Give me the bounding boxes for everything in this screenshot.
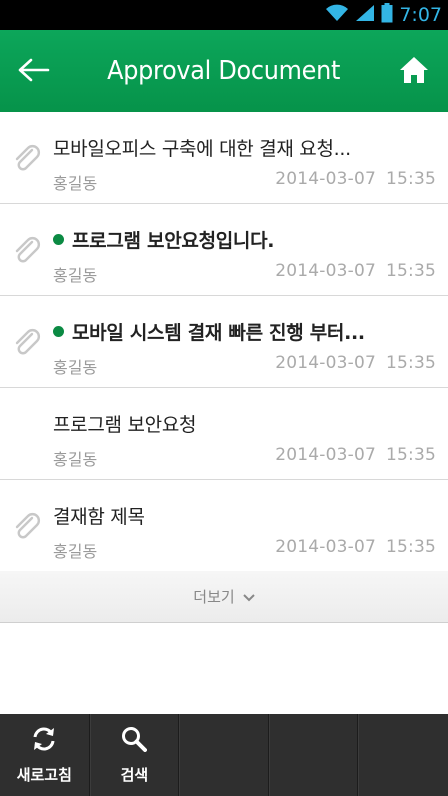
- refresh-button[interactable]: 새로고침: [0, 714, 90, 796]
- search-label: 검색: [120, 765, 149, 784]
- document-subject: 모바일 시스템 결재 빠른 진행 부터...: [53, 318, 438, 345]
- document-author: 홍길동: [53, 450, 98, 469]
- document-date: 2014-03-07: [275, 445, 376, 465]
- document-subject: 프로그램 보안요청입니다.: [53, 226, 438, 253]
- status-time: 7:07: [399, 4, 442, 26]
- document-subject: 결재함 제목: [53, 506, 145, 528]
- document-author: 홍길동: [53, 542, 98, 561]
- document-author: 홍길동: [53, 266, 98, 285]
- toolbar-slot-empty: [179, 714, 269, 796]
- document-subject-text: 프로그램 보안요청입니다.: [72, 230, 275, 252]
- document-subject: 모바일오피스 구축에 대한 결재 요청...: [53, 138, 351, 160]
- list-item[interactable]: 결재함 제목 홍길동 2014-03-07 15:35: [0, 480, 448, 572]
- document-subject: 프로그램 보안요청: [53, 414, 197, 436]
- document-datetime: 2014-03-07 15:35: [275, 445, 436, 465]
- paperclip-icon: [12, 512, 42, 542]
- battery-icon: [381, 3, 393, 27]
- document-author: 홍길동: [53, 358, 98, 377]
- wifi-icon: [325, 4, 349, 26]
- paperclip-icon: [12, 236, 42, 266]
- document-time: 15:35: [386, 445, 436, 465]
- document-time: 15:35: [386, 169, 436, 189]
- document-time: 15:35: [386, 537, 436, 557]
- list-item[interactable]: 모바일오피스 구축에 대한 결재 요청... 홍길동 2014-03-07 15:…: [0, 112, 448, 204]
- home-button[interactable]: [394, 52, 434, 92]
- bottom-toolbar: 새로고침 검색: [0, 714, 448, 796]
- toolbar-slot-empty: [358, 714, 448, 796]
- back-arrow-icon: [18, 58, 50, 86]
- document-date: 2014-03-07: [275, 169, 376, 189]
- unread-dot-icon: [53, 326, 64, 337]
- refresh-label: 새로고침: [16, 765, 72, 784]
- home-icon: [399, 56, 429, 88]
- document-datetime: 2014-03-07 15:35: [275, 353, 436, 373]
- paperclip-icon: [12, 328, 42, 358]
- refresh-icon: [31, 726, 57, 756]
- list-item[interactable]: 모바일 시스템 결재 빠른 진행 부터... 홍길동 2014-03-07 15:…: [0, 296, 448, 388]
- document-date: 2014-03-07: [275, 261, 376, 281]
- status-bar: 7:07: [0, 0, 448, 30]
- document-date: 2014-03-07: [275, 537, 376, 557]
- list-item[interactable]: 프로그램 보안요청입니다. 홍길동 2014-03-07 15:35: [0, 204, 448, 296]
- unread-dot-icon: [53, 234, 64, 245]
- back-button[interactable]: [14, 52, 54, 92]
- load-more-label: 더보기: [193, 588, 235, 606]
- document-datetime: 2014-03-07 15:35: [275, 169, 436, 189]
- list-item[interactable]: 프로그램 보안요청 홍길동 2014-03-07 15:35: [0, 388, 448, 480]
- document-datetime: 2014-03-07 15:35: [275, 261, 436, 281]
- document-datetime: 2014-03-07 15:35: [275, 537, 436, 557]
- load-more-button[interactable]: 더보기: [0, 571, 448, 623]
- document-date: 2014-03-07: [275, 353, 376, 373]
- search-button[interactable]: 검색: [89, 714, 180, 796]
- page-title: Approval Document: [107, 56, 341, 86]
- toolbar-slot-empty: [268, 714, 359, 796]
- document-list: 모바일오피스 구축에 대한 결재 요청... 홍길동 2014-03-07 15:…: [0, 112, 448, 572]
- document-time: 15:35: [386, 261, 436, 281]
- chevron-down-icon: [242, 588, 255, 606]
- document-subject-text: 모바일 시스템 결재 빠른 진행 부터...: [72, 322, 365, 344]
- search-icon: [121, 726, 148, 756]
- document-time: 15:35: [386, 353, 436, 373]
- app-header: Approval Document: [0, 30, 448, 112]
- paperclip-icon: [12, 144, 42, 174]
- document-author: 홍길동: [53, 174, 98, 193]
- signal-icon: [355, 4, 375, 26]
